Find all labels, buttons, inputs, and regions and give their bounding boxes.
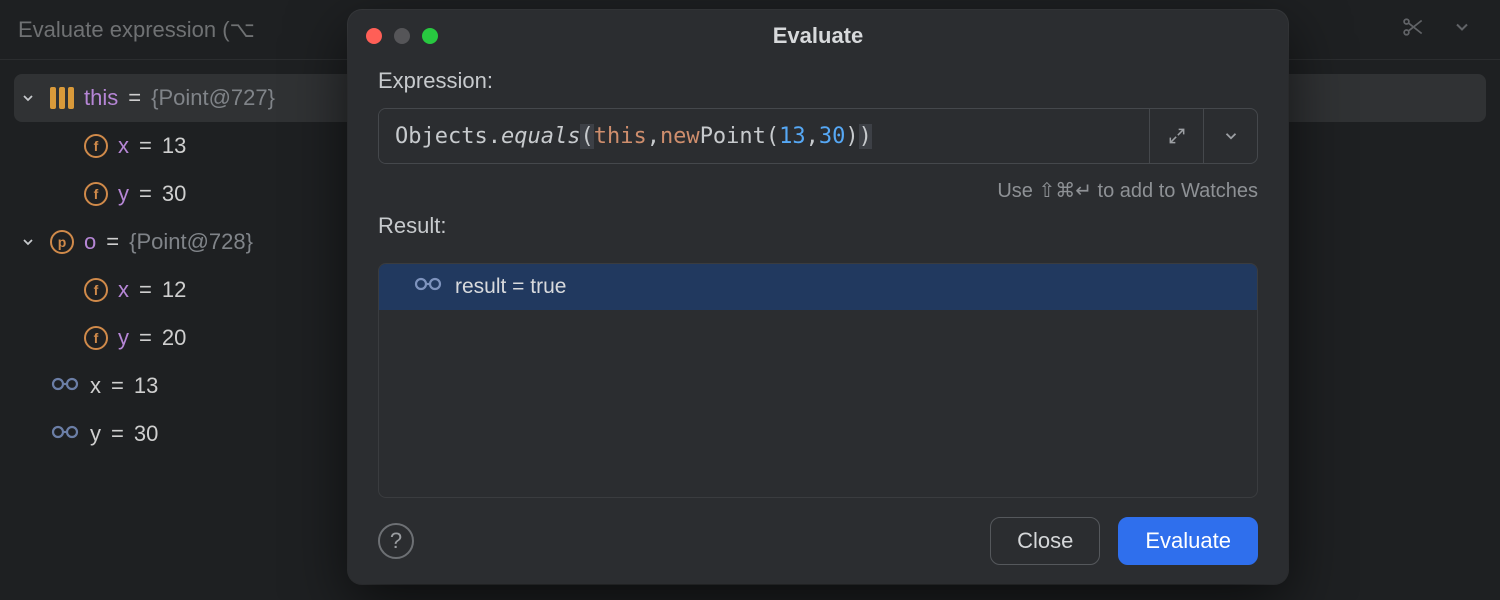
code-token: ) <box>845 124 858 149</box>
code-token: new <box>660 124 700 149</box>
chevron-down-icon <box>16 234 40 250</box>
code-token: Point( <box>700 124 779 149</box>
code-token: 30 <box>819 124 846 149</box>
field-icon: f <box>84 134 108 158</box>
expression-label: Expression: <box>378 68 1258 94</box>
var-value: {Point@728} <box>129 229 253 255</box>
var-name: this <box>84 85 118 111</box>
zoom-window-icon[interactable] <box>422 28 438 44</box>
equals-sign: = <box>106 229 119 255</box>
evaluate-button[interactable]: Evaluate <box>1118 517 1258 565</box>
equals-sign: = <box>139 277 152 303</box>
field-icon: f <box>84 278 108 302</box>
glasses-icon <box>50 373 80 399</box>
dialog-footer: ? Close Evaluate <box>348 498 1288 584</box>
dialog-body: Expression: Objects.equals(this, new Poi… <box>348 62 1288 498</box>
field-icon: f <box>84 182 108 206</box>
close-window-icon[interactable] <box>366 28 382 44</box>
close-button[interactable]: Close <box>990 517 1100 565</box>
var-value: 20 <box>162 325 186 351</box>
evaluate-dialog: Evaluate Expression: Objects.equals(this… <box>348 10 1288 584</box>
history-dropdown-icon[interactable] <box>1203 109 1257 163</box>
dialog-title: Evaluate <box>348 23 1288 49</box>
result-row[interactable]: result = true <box>379 264 1257 310</box>
var-value: 30 <box>162 181 186 207</box>
result-panel: result = true <box>378 263 1258 498</box>
chevron-down-icon <box>16 90 40 106</box>
close-button-label: Close <box>1017 528 1073 554</box>
expression-field-row: Objects.equals(this, new Point(13, 30)) <box>378 108 1258 164</box>
equals-sign: = <box>111 421 124 447</box>
code-token: , <box>806 124 819 149</box>
var-name: x <box>118 277 129 303</box>
var-name: y <box>118 325 129 351</box>
var-value: 30 <box>134 421 158 447</box>
evaluate-button-label: Evaluate <box>1145 528 1231 554</box>
watch-input-placeholder[interactable]: Evaluate expression (⌥ <box>18 17 255 43</box>
scissors-icon[interactable] <box>1400 14 1426 46</box>
var-name: y <box>118 181 129 207</box>
var-value: 13 <box>134 373 158 399</box>
equals-sign: = <box>111 373 124 399</box>
var-name: x <box>90 373 101 399</box>
result-label: Result: <box>378 213 1258 239</box>
window-controls <box>366 28 438 44</box>
help-icon: ? <box>390 528 402 554</box>
equals-sign: = <box>139 133 152 159</box>
glasses-icon <box>50 421 80 447</box>
glasses-icon <box>413 275 443 299</box>
header-tools <box>1400 14 1482 46</box>
equals-sign: = <box>128 85 141 111</box>
code-token: equals <box>501 124 580 149</box>
expand-icon[interactable] <box>1149 109 1203 163</box>
field-icon: f <box>84 326 108 350</box>
object-icon <box>50 87 74 109</box>
code-token: this <box>594 124 647 149</box>
minimize-window-icon[interactable] <box>394 28 410 44</box>
code-token: ) <box>859 124 872 149</box>
equals-sign: = <box>139 325 152 351</box>
shortcut-hint: Use ⇧⌘↵ to add to Watches <box>378 178 1258 203</box>
result-text: result = true <box>455 275 566 299</box>
var-name: o <box>84 229 96 255</box>
code-token: Objects. <box>395 124 501 149</box>
code-token: , <box>647 124 660 149</box>
equals-sign: = <box>139 181 152 207</box>
code-token: ( <box>580 124 593 149</box>
code-token: 13 <box>779 124 806 149</box>
var-value: {Point@727} <box>151 85 275 111</box>
var-name: x <box>118 133 129 159</box>
var-name: y <box>90 421 101 447</box>
dialog-titlebar[interactable]: Evaluate <box>348 10 1288 62</box>
chevron-down-icon[interactable] <box>1452 17 1472 43</box>
expression-input[interactable]: Objects.equals(this, new Point(13, 30)) <box>379 109 1149 163</box>
var-value: 13 <box>162 133 186 159</box>
var-value: 12 <box>162 277 186 303</box>
param-icon: p <box>50 230 74 254</box>
help-button[interactable]: ? <box>378 523 414 559</box>
